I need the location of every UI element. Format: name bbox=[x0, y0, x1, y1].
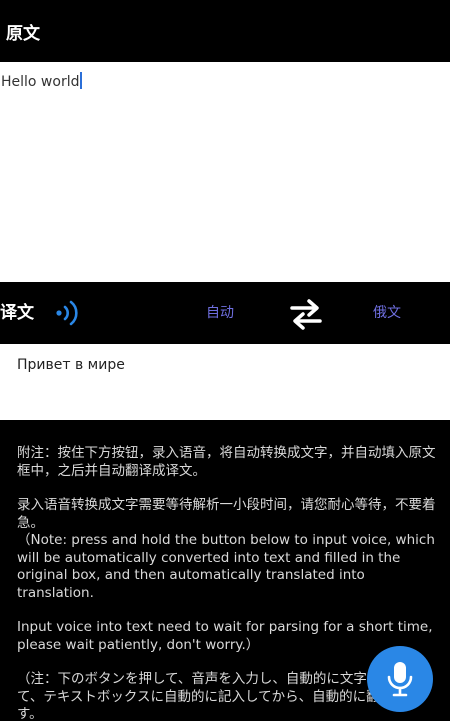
target-language-selector[interactable]: 俄文 bbox=[373, 304, 401, 322]
note-zh-1: 附注：按住下方按钮，录入语音，将自动转换成文字，并自动填入原文框中，之后并自动翻… bbox=[17, 445, 436, 479]
translator-screen: 原文 Hello world 译文 自动 俄文 Привет в мире 附注… bbox=[0, 0, 450, 721]
note-zh-2: 录入语音转换成文字需要等待解析一小段时间，请您耐心等待，不要着急。 bbox=[17, 497, 436, 531]
swap-arrows-icon[interactable] bbox=[288, 296, 324, 332]
translation-label: 译文 bbox=[0, 303, 34, 323]
note-en-2: Input voice into text need to wait for p… bbox=[17, 619, 433, 653]
translation-result-area: Привет в мире bbox=[0, 344, 450, 420]
microphone-icon bbox=[387, 662, 413, 697]
source-text-area[interactable]: Hello world bbox=[0, 62, 450, 282]
note-en-1: （Note: press and hold the button below t… bbox=[17, 532, 435, 601]
source-text: Hello world bbox=[1, 74, 80, 90]
text-caret bbox=[80, 72, 83, 89]
translation-toolbar: 译文 自动 俄文 bbox=[0, 282, 450, 344]
record-voice-button[interactable] bbox=[367, 646, 433, 712]
source-header-title: 原文 bbox=[6, 23, 40, 44]
source-text-content: Hello world bbox=[1, 72, 83, 91]
source-language-selector[interactable]: 自动 bbox=[206, 304, 234, 322]
voice-wave-icon[interactable] bbox=[55, 299, 81, 327]
translation-result-text: Привет в мире bbox=[17, 357, 125, 373]
source-header: 原文 bbox=[0, 0, 450, 62]
